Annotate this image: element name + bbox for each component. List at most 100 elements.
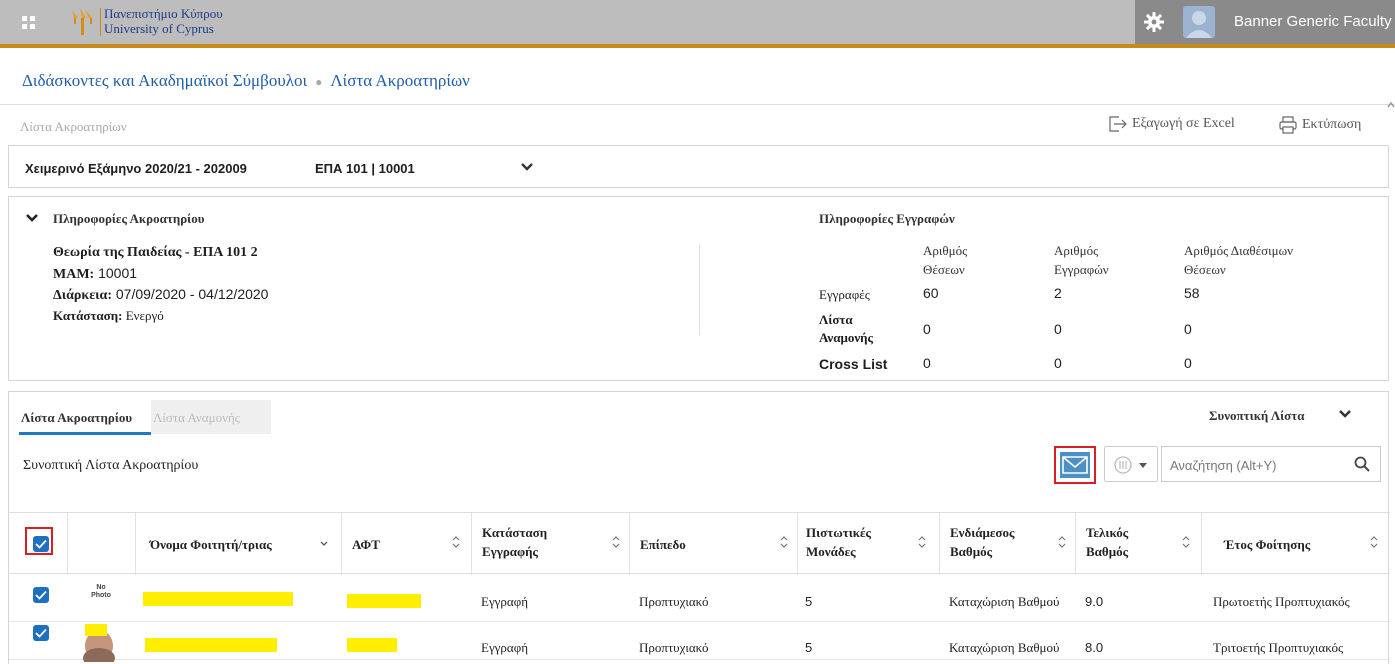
row-waitlist-enrolled: 0 [1054, 321, 1062, 337]
col-photo-header [67, 513, 135, 575]
term-selector[interactable]: Χειμερινό Εξάμηνο 2020/21 - 202009 ΕΠΑ 1… [8, 145, 1389, 188]
export-excel-button[interactable]: Εξαγωγή σε Excel [1108, 116, 1235, 132]
row-crosslist-seats: 0 [923, 355, 931, 371]
col-name-header[interactable]: Όνομα Φοιτητή/τριας [135, 513, 341, 575]
col-final-label: Τελικός Βαθμός [1086, 523, 1128, 561]
table-row[interactable]: Εγγραφή Προπτυχιακό 5 Καταχώριση Βαθμού … [9, 622, 1390, 662]
col-credits-line2: Μονάδες [806, 544, 856, 559]
redacted-student-name[interactable] [145, 638, 277, 652]
col-level-header[interactable]: Επίπεδο [629, 513, 797, 575]
column-chooser-button[interactable] [1104, 446, 1158, 482]
course-info-title: Πληροφορίες Ακροατηρίου [53, 211, 205, 226]
col-final-line2: Βαθμός [1086, 544, 1129, 559]
sort-icon[interactable] [780, 535, 788, 549]
search-icon[interactable] [1354, 456, 1370, 472]
col-midterm-label: Ενδιάμεσος Βαθμός [950, 523, 1015, 561]
row-checkbox[interactable] [33, 625, 49, 641]
sort-desc-icon[interactable] [320, 537, 328, 551]
col-final-header[interactable]: Τελικός Βαθμός [1075, 513, 1201, 575]
course-mam: ΜΑΜ: 10001 [53, 265, 137, 283]
row-enrollments-seats: 60 [923, 285, 939, 301]
col-level-label: Επίπεδο [640, 537, 686, 552]
sort-icon[interactable] [1182, 535, 1190, 549]
row-year: Πρωτοετής Προπτυχιακός [1213, 594, 1350, 609]
row-midterm-grade[interactable]: Καταχώριση Βαθμού [949, 640, 1059, 656]
col-registration-status-line1: Κατάσταση [482, 525, 548, 540]
check-icon [35, 628, 47, 638]
sort-icon[interactable] [1058, 535, 1066, 549]
email-button-face [1060, 452, 1090, 478]
redacted-student-name[interactable] [143, 592, 293, 606]
app-menu-icon[interactable] [22, 16, 36, 30]
col-enrolled-line2: Εγγραφών [1054, 262, 1109, 277]
row-enrollments-label: Εγγραφές [819, 287, 870, 302]
col-final-line1: Τελικός [1086, 525, 1129, 540]
col-aft-header[interactable]: ΑΦΤ [341, 513, 471, 575]
university-name: Πανεπιστήμιο Κύπρου University of Cyprus [104, 6, 223, 36]
col-registration-status-label: Κατάσταση Εγγραφής [482, 523, 547, 561]
col-year-header[interactable]: Έτος Φοίτησης [1201, 513, 1390, 575]
col-credits-line1: Πιστωτικές [806, 525, 871, 540]
col-midterm-line1: Ενδιάμεσος [950, 525, 1015, 540]
row-crosslist-label: Cross List [819, 356, 888, 372]
page-title: Λίστα Ακροατηρίων [20, 119, 127, 134]
col-available-line1: Αριθμός Διαθέσιμων [1184, 243, 1294, 258]
row-level: Προπτυχιακό [639, 640, 709, 655]
breadcrumb-separator-icon: ● [315, 75, 323, 89]
col-seats-line2: Θέσεων [923, 262, 965, 277]
student-photo [79, 622, 119, 662]
sort-icon[interactable] [452, 535, 460, 549]
columns-icon [1114, 456, 1147, 474]
row-midterm-grade[interactable]: Καταχώριση Βαθμού [949, 594, 1059, 610]
gear-icon[interactable] [1143, 11, 1165, 33]
row-waitlist-available: 0 [1184, 321, 1192, 337]
sort-icon[interactable] [1370, 535, 1378, 549]
redacted-student-id [347, 594, 421, 608]
col-registration-status-header[interactable]: Κατάσταση Εγγραφής [471, 513, 629, 575]
tab-waitlist[interactable]: Λίστα Αναμονής [151, 400, 271, 434]
user-name[interactable]: Banner Generic Faculty [1234, 13, 1392, 30]
user-area: Banner Generic Faculty [1135, 0, 1395, 44]
col-enrolled-header: Αριθμός Εγγραφών [1054, 241, 1109, 279]
breadcrumb-root[interactable]: Διδάσκοντες και Ακαδημαϊκοί Σύμβουλοι [22, 71, 307, 90]
row-level: Προπτυχιακό [639, 594, 709, 609]
sort-icon[interactable] [918, 535, 926, 549]
table-row[interactable]: No Photo Εγγραφή Προπτυχιακό 5 Καταχώρισ… [9, 584, 1390, 622]
logo-divider [100, 8, 101, 36]
row-registration-status: Εγγραφή [481, 640, 529, 655]
course-duration: Διάρκεια: 07/09/2020 - 04/12/2020 [53, 286, 268, 304]
roster-table-header: Όνομα Φοιτητή/τριας ΑΦΤ Κατάσταση Εγγραφ… [9, 512, 1390, 575]
course-title: Θεωρία της Παιδείας - ΕΠΑ 101 2 [53, 245, 258, 260]
print-button[interactable]: Εκτύπωση [1278, 116, 1361, 134]
email-button[interactable] [1054, 446, 1096, 484]
row-checkbox[interactable] [33, 587, 49, 603]
breadcrumb-current: Λίστα Ακροατηρίων [330, 71, 470, 90]
scroll-up-icon[interactable] [1387, 100, 1395, 110]
search-box[interactable] [1161, 446, 1381, 482]
app-header: Πανεπιστήμιο Κύπρου University of Cyprus [0, 0, 1395, 48]
col-seats-line1: Αριθμός [923, 243, 968, 258]
tab-roster[interactable]: Λίστα Ακροατηρίου [21, 410, 132, 426]
summary-toggle-label[interactable]: Συνοπτική Λίστα [1209, 408, 1305, 424]
export-icon [1109, 116, 1127, 132]
chevron-down-icon[interactable] [520, 162, 534, 172]
chevron-down-icon[interactable] [25, 213, 39, 223]
chevron-down-icon[interactable] [1338, 409, 1352, 419]
col-credits-header[interactable]: Πιστωτικές Μονάδες [797, 513, 939, 575]
university-name-greek: Πανεπιστήμιο Κύπρου [104, 6, 223, 21]
sort-icon[interactable] [612, 535, 620, 549]
search-input[interactable] [1170, 455, 1340, 475]
avatar[interactable] [1183, 6, 1215, 38]
col-seats-header: Αριθμός Θέσεων [923, 241, 967, 279]
col-midterm-header[interactable]: Ενδιάμεσος Βαθμός [939, 513, 1075, 575]
row-enrollments-available: 58 [1184, 285, 1200, 301]
row-enrollments-enrolled: 2 [1054, 285, 1062, 301]
row-year: Τριτοετής Προπτυχιακός [1213, 640, 1344, 655]
user-avatar-icon [1186, 11, 1212, 38]
check-icon [35, 590, 47, 600]
university-name-english: University of Cyprus [104, 21, 214, 36]
row-registration-status: Εγγραφή [481, 594, 529, 609]
col-aft-label: ΑΦΤ [352, 537, 380, 552]
col-credits-label: Πιστωτικές Μονάδες [806, 523, 871, 561]
mam-label: ΜΑΜ: [53, 267, 95, 282]
